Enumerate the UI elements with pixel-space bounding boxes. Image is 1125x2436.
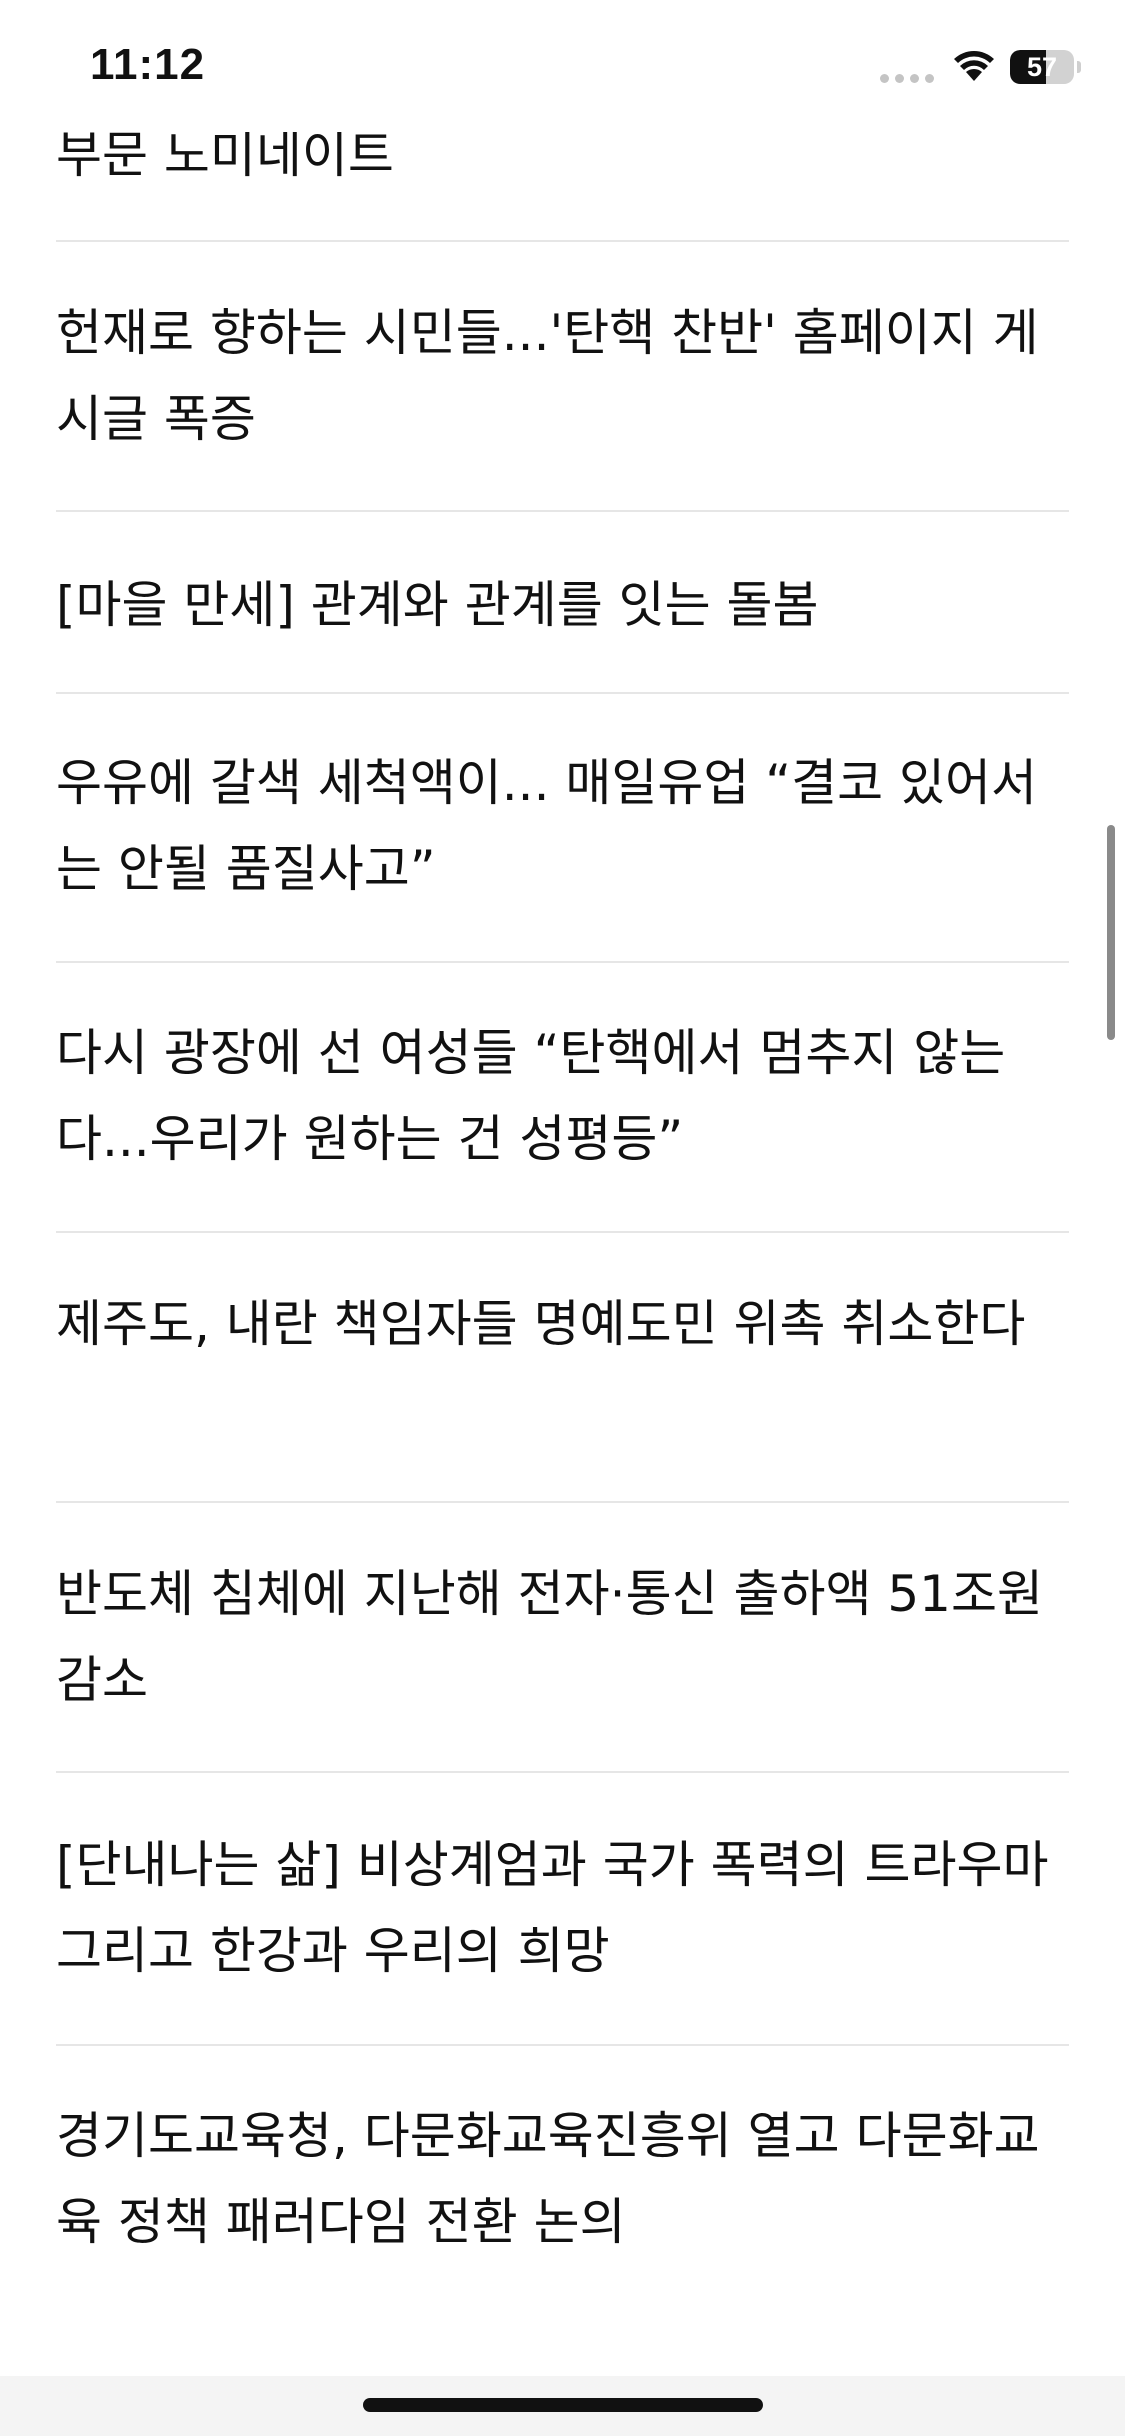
divider: [56, 961, 1069, 963]
home-indicator[interactable]: [363, 2398, 763, 2412]
article-title: 부문 노미네이트: [56, 126, 394, 184]
battery-level: 57: [1026, 51, 1058, 82]
article-title: 반도체 침체에 지난해 전자·통신 출하액 51조원 감소: [56, 1565, 1043, 1709]
article-item[interactable]: [마을 만세] 관계와 관계를 잇는 돌봄: [56, 562, 1069, 648]
article-title: 우유에 갈색 세척액이... 매일유업 “결코 있어서는 안될 품질사고”: [56, 754, 1038, 898]
article-item[interactable]: [단내나는 삶] 비상계엄과 국가 폭력의 트라우마 그리고 한강과 우리의 희…: [56, 1822, 1069, 1994]
article-item[interactable]: 다시 광장에 선 여성들 “탄핵에서 멈추지 않는다...우리가 원하는 건 성…: [56, 1010, 1069, 1182]
wifi-icon: [952, 48, 996, 86]
divider: [56, 510, 1069, 512]
scroll-indicator[interactable]: [1107, 825, 1115, 1040]
article-item[interactable]: 헌재로 향하는 시민들...'탄핵 찬반' 홈페이지 게시글 폭증: [56, 290, 1069, 462]
article-title: 경기도교육청, 다문화교육진흥위 열고 다문화교육 정책 패러다임 전환 논의: [56, 2107, 1040, 2251]
cellular-signal-icon: [880, 74, 934, 83]
divider: [56, 1231, 1069, 1233]
divider: [56, 692, 1069, 694]
divider: [56, 1501, 1069, 1503]
status-time: 11:12: [90, 40, 206, 89]
status-bar: 11:12 57: [0, 0, 1125, 132]
article-item[interactable]: 우유에 갈색 세척액이... 매일유업 “결코 있어서는 안될 품질사고”: [56, 740, 1069, 912]
divider: [56, 1771, 1069, 1773]
article-item[interactable]: 경기도교육청, 다문화교육진흥위 열고 다문화교육 정책 패러다임 전환 논의: [56, 2093, 1069, 2265]
divider: [56, 240, 1069, 242]
article-title: 헌재로 향하는 시민들...'탄핵 찬반' 홈페이지 게시글 폭증: [56, 304, 1039, 448]
article-title: 제주도, 내란 책임자들 명예도민 위촉 취소한다: [56, 1295, 1026, 1353]
article-title: [단내나는 삶] 비상계엄과 국가 폭력의 트라우마 그리고 한강과 우리의 희…: [56, 1836, 1049, 1980]
battery-icon: 57: [1010, 50, 1074, 84]
article-title: 다시 광장에 선 여성들 “탄핵에서 멈추지 않는다...우리가 원하는 건 성…: [56, 1024, 1006, 1168]
article-item[interactable]: 반도체 침체에 지난해 전자·통신 출하액 51조원 감소: [56, 1551, 1069, 1723]
article-title: [마을 만세] 관계와 관계를 잇는 돌봄: [56, 576, 819, 634]
article-item[interactable]: 제주도, 내란 책임자들 명예도민 위촉 취소한다: [56, 1281, 1069, 1367]
divider: [56, 2044, 1069, 2046]
